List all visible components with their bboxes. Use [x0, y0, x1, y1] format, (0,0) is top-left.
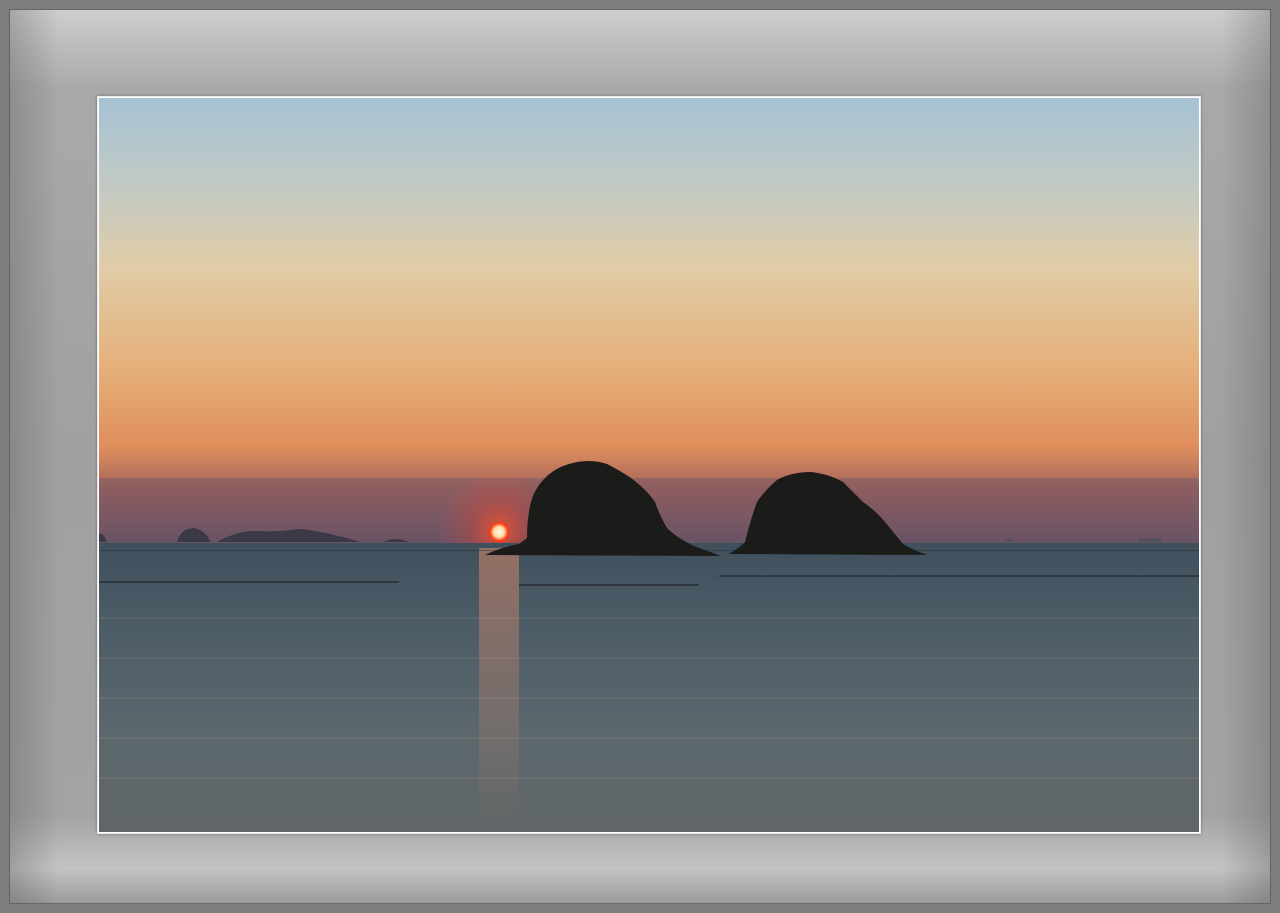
photo-mat-frame [0, 0, 1280, 913]
sea [99, 543, 1199, 832]
sun-reflection [479, 548, 519, 828]
sky [99, 98, 1199, 544]
sun [489, 522, 509, 542]
sunset-photo [99, 98, 1199, 832]
photo-border [97, 96, 1201, 834]
